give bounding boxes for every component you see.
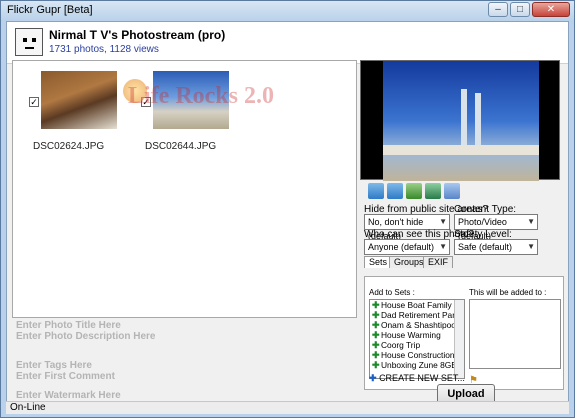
set-name: Coorg Trip [381,340,421,350]
first-comment-input[interactable]: Enter First Comment [16,371,115,382]
set-name: House Boat Family Get t [381,300,465,310]
list-item[interactable]: ✚ Dad Retirement Party [370,310,464,320]
close-button[interactable]: ✕ [532,2,570,17]
add-icon: ✚ [372,320,380,330]
preview-buildings [383,145,539,155]
photo-title-input[interactable]: Enter Photo Title Here [16,320,121,331]
create-new-set-button[interactable]: ✚ CREATE NEW SET... [369,373,465,384]
set-name: House Warming [381,330,441,340]
chevron-down-icon: ▼ [439,217,447,226]
client-area: Nirmal T V's Photostream (pro) 1731 phot… [6,21,569,413]
tags-input[interactable]: Enter Tags Here [16,360,92,371]
set-name: Unboxing Zune 8GB [381,360,457,370]
avatar-eye-left [23,38,27,42]
avatar [15,28,43,56]
profile-header: Nirmal T V's Photostream (pro) 1731 phot… [7,22,568,64]
preview-tower-left [461,89,467,151]
image-settings-icon[interactable] [425,183,441,199]
list-item[interactable]: ✚ House Warming [370,330,464,340]
plus-icon: ✚ [369,373,377,383]
added-sets-list[interactable] [469,299,561,369]
set-name: House Construction [381,350,455,360]
added-to-label: This will be added to : [469,288,547,297]
tab-sets[interactable]: Sets [364,256,393,268]
photostream-stats: 1731 photos, 1128 views [49,44,159,55]
content-type-select[interactable]: Photo/Video (default) ▼ [454,214,538,241]
tools-icon[interactable] [444,183,460,199]
add-icon: ✚ [372,360,380,370]
add-icon: ✚ [372,340,380,350]
add-to-sets-label: Add to Sets : [369,288,415,297]
watermark-input[interactable]: Enter Watermark Here [16,390,121,401]
photo-description-input[interactable]: Enter Photo Description Here [16,331,155,342]
safety-select[interactable]: Safe (default) ▼ [454,239,538,255]
photo-grid: ✓ DSC02624.JPG ✓ DSC02644.JPG Life Rocks… [12,60,357,318]
list-item[interactable]: ✚ House Construction [370,350,464,360]
list-item[interactable]: ✚ House Boat Family Get t [370,300,464,310]
set-name: Onam & Shashtipoorthi [381,320,465,330]
create-new-set-label: CREATE NEW SET... [379,373,465,383]
who-select[interactable]: Anyone (default) ▼ [364,239,450,255]
sets-list[interactable]: ✚ House Boat Family Get t ✚ Dad Retirement… [369,299,465,379]
chevron-down-icon: ▼ [527,242,535,251]
set-name: Dad Retirement Party [381,310,462,320]
preview-tower-right [475,93,481,151]
photo-preview [360,60,560,181]
avatar-eye-right [32,38,36,42]
who-select-value: Anyone (default) [368,242,435,252]
rotate-left-icon[interactable] [368,183,384,199]
safety-value: Safe (default) [458,242,513,252]
photo-filename: DSC02624.JPG [33,141,105,152]
connection-status: On-Line [10,402,46,413]
add-icon: ✚ [372,330,380,340]
resize-icon[interactable] [406,183,422,199]
list-item[interactable]: ✚ Onam & Shashtipoorthi [370,320,464,330]
tab-exif[interactable]: EXIF [423,256,454,268]
add-icon: ✚ [372,300,380,310]
window-controls: – □ ✕ [488,2,570,17]
watermark-overlay: Life Rocks 2.0 [128,83,274,109]
avatar-mouth [25,47,34,49]
chevron-down-icon: ▼ [439,242,447,251]
sets-scrollbar[interactable] [454,300,464,378]
photo-filename: DSC02644.JPG [145,141,217,152]
sets-panel: Add to Sets : This will be added to : ✚ H… [364,276,564,390]
add-icon: ✚ [372,310,380,320]
window-title: Flickr Gupr [Beta] [7,4,93,16]
photo-thumbnail[interactable] [41,71,117,129]
app-window: Flickr Gupr [Beta] – □ ✕ Nirmal T V's Ph… [0,0,575,418]
hide-select[interactable]: No, don't hide (default) ▼ [364,214,450,241]
minimize-button[interactable]: – [488,2,508,17]
title-bar: Flickr Gupr [Beta] – □ ✕ [1,1,574,21]
maximize-button[interactable]: □ [510,2,530,17]
list-item[interactable]: ✚ Unboxing Zune 8GB [370,360,464,370]
chevron-down-icon: ▼ [527,217,535,226]
status-bar: On-Line [6,401,569,414]
list-item[interactable]: ✚ Coorg Trip [370,340,464,350]
photostream-title: Nirmal T V's Photostream (pro) [49,28,226,42]
add-icon: ✚ [372,350,380,360]
preview-image [383,61,539,181]
photo-checkbox[interactable]: ✓ [29,97,39,107]
rotate-right-icon[interactable] [387,183,403,199]
photo-toolbar [368,183,460,201]
